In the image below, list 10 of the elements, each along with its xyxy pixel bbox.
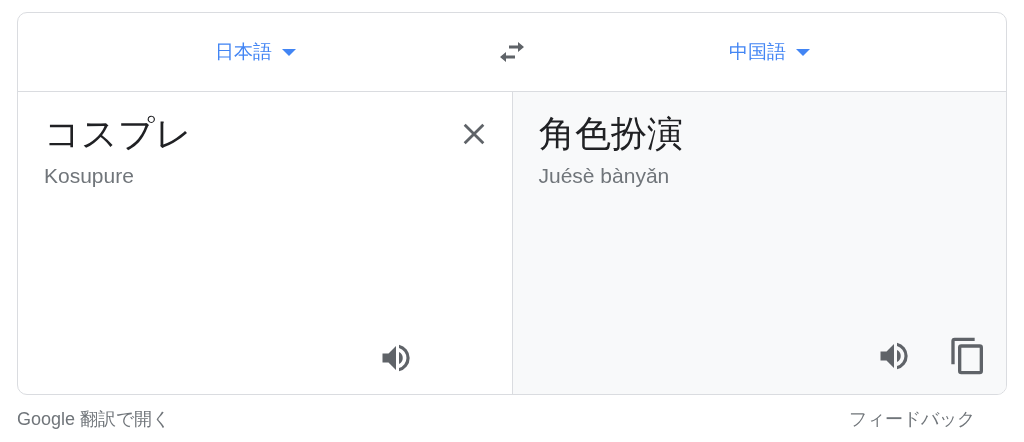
- source-language-dropdown[interactable]: 日本語: [208, 35, 302, 69]
- source-romanization: Kosupure: [44, 164, 135, 188]
- translated-text: 角色扮演: [538, 112, 683, 156]
- caret-icon: [281, 48, 296, 56]
- open-in-translate-link[interactable]: Google 翻訳で開く: [17, 407, 171, 431]
- target-language-dropdown[interactable]: 中国語: [722, 35, 816, 69]
- source-text: コスプレ: [44, 112, 192, 156]
- target-romanization: Juésè bànyǎn: [538, 164, 671, 188]
- feedback-link[interactable]: フィードバック: [849, 407, 975, 431]
- caret-icon: [795, 48, 810, 56]
